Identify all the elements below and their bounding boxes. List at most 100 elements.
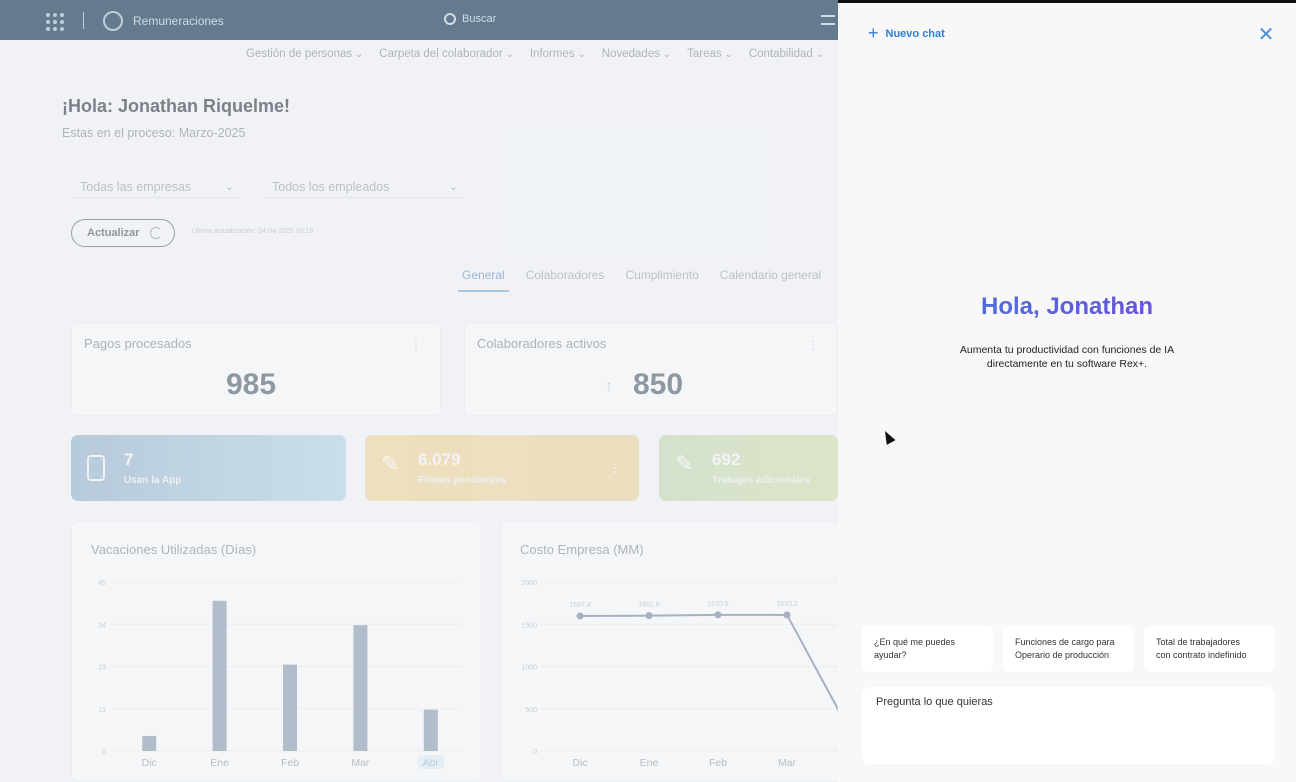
y-tick-label: 0 xyxy=(533,749,537,756)
tab-calendario-general[interactable]: Calendario general xyxy=(720,268,821,282)
x-tick-label: Abr xyxy=(423,757,440,769)
topbar-divider xyxy=(83,12,84,29)
x-tick-label: Ene xyxy=(210,757,229,769)
y-tick-label: 2000 xyxy=(521,580,537,587)
phone-icon xyxy=(87,455,105,481)
company-select-value: Todas las empresas xyxy=(80,179,192,194)
bar xyxy=(283,664,297,751)
chat-subtitle-line: Aumenta tu productividad con funciones d… xyxy=(959,344,1175,356)
employee-select[interactable]: Todos los empleados ⌄ xyxy=(262,176,466,198)
refresh-icon xyxy=(150,227,162,239)
nav-contabilidad[interactable]: Contabilidad xyxy=(749,48,824,60)
y-tick-label: 0 xyxy=(102,749,106,756)
x-tick-label: Mar xyxy=(778,757,797,769)
ai-chat-panel: + Nuevo chat ✕ Hola, Jonathan Aumenta tu… xyxy=(838,0,1296,782)
stat-app-users[interactable]: 7 Usan la App xyxy=(71,435,346,501)
chat-subtitle-line: directamente en tu software Rex+. xyxy=(986,358,1148,370)
data-label: 1601.8 xyxy=(638,602,660,609)
suggestion-text: ayudar? xyxy=(874,650,907,660)
stat-pending-signatures[interactable]: ✎ 6.079 Firmas pendientes ⋮ xyxy=(365,435,639,501)
x-tick-label: Mar xyxy=(351,757,370,769)
nav-novedades[interactable]: Novedades xyxy=(602,48,671,60)
more-icon[interactable]: ⋮ xyxy=(807,338,819,352)
nav-tareas[interactable]: Tareas xyxy=(687,48,733,60)
chat-greeting: Hola, Jonathan xyxy=(838,293,1296,321)
trend-up-icon: ↑ xyxy=(605,378,613,395)
x-tick-label: Dic xyxy=(142,757,157,769)
active-collaborators-card: Colaboradores activos ⋮ ↑ 850 xyxy=(464,323,838,416)
new-chat-button[interactable]: + Nuevo chat xyxy=(868,23,945,43)
app-name: Remuneraciones xyxy=(133,14,224,28)
tab-general[interactable]: General xyxy=(458,268,509,292)
plus-icon: + xyxy=(868,23,879,43)
data-label: 1610.2 xyxy=(776,601,798,608)
x-tick-label: Feb xyxy=(281,757,299,769)
chevron-down-icon: ⌄ xyxy=(224,181,234,193)
dashboard-tabs: General Colaboradores Cumplimiento Calen… xyxy=(458,268,821,292)
pencil-icon: ✎ xyxy=(675,451,694,476)
update-button-label: Actualizar xyxy=(87,227,140,239)
stat-value: 6.079 xyxy=(418,450,461,469)
update-button[interactable]: Actualizar xyxy=(71,219,175,247)
suggestion-chip-job-functions[interactable]: Funciones de cargo para Operario de prod… xyxy=(1003,626,1134,672)
suggestion-chip-help[interactable]: ¿En qué me puedes ayudar? xyxy=(862,626,993,672)
active-collaborators-value: 850 xyxy=(633,368,684,401)
search-placeholder: Buscar xyxy=(462,13,497,25)
data-label: 1610.9 xyxy=(707,601,729,608)
bar xyxy=(212,600,227,751)
cost-line-chart: 0 500 1000 1500 2000 1597.4 Dic 1601.8 Ene 1610.9… xyxy=(521,580,838,769)
bar xyxy=(142,735,157,751)
stat-value: 7 xyxy=(124,450,134,469)
cost-chart-card: Costo Empresa (MM) 0 500 1000 1500 2000 1597.… xyxy=(500,521,838,782)
chat-input[interactable] xyxy=(862,687,1275,764)
close-icon[interactable]: ✕ xyxy=(1256,25,1276,45)
bar xyxy=(423,709,438,751)
nav-informes[interactable]: Informes xyxy=(530,48,586,60)
company-select[interactable]: Todas las empresas ⌄ xyxy=(70,176,242,198)
data-point xyxy=(645,612,653,620)
y-tick-label: 1000 xyxy=(521,665,537,672)
employee-select-value: Todos los empleados xyxy=(272,179,390,194)
nav-gestion-personas[interactable]: Gestión de personas xyxy=(246,48,363,60)
payments-card-title: Pagos procesados xyxy=(84,336,192,351)
active-collaborators-title: Colaboradores activos xyxy=(477,336,607,351)
global-search[interactable]: Buscar xyxy=(444,13,496,25)
tab-colaboradores[interactable]: Colaboradores xyxy=(526,268,605,282)
dashboard-background: Remuneraciones Buscar Gestión de persona… xyxy=(0,0,838,782)
y-tick-label: 11 xyxy=(99,707,106,714)
tab-cumplimiento[interactable]: Cumplimiento xyxy=(625,268,698,282)
process-label: Estas en el proceso: Marzo-2025 xyxy=(62,126,246,140)
data-point xyxy=(576,612,584,620)
y-tick-label: 45 xyxy=(98,580,106,587)
apps-grid-icon[interactable] xyxy=(46,13,64,31)
more-icon[interactable]: ⋮ xyxy=(410,338,422,352)
last-update-label: Última actualización: 04-04-2025 10:19 xyxy=(192,228,314,235)
x-tick-label: Feb xyxy=(709,757,727,769)
data-point xyxy=(714,611,722,619)
vacation-chart-card: Vacaciones Utilizadas (Días) 0 11 23 34 45 Di… xyxy=(71,521,482,782)
suggestion-text: Total de trabajadores xyxy=(1156,637,1241,647)
suggestion-text: ¿En qué me puedes xyxy=(874,637,956,647)
payments-card: Pagos procesados ⋮ 985 xyxy=(71,323,441,416)
chevron-down-icon: ⌄ xyxy=(448,181,458,193)
nav-carpeta-colaborador[interactable]: Carpeta del colaborador xyxy=(379,48,514,60)
y-tick-label: 23 xyxy=(98,665,106,672)
x-tick-label: Dic xyxy=(572,757,587,769)
suggestion-chip-workers-total[interactable]: Total de trabajadores con contrato indef… xyxy=(1144,626,1275,672)
app-logo-icon xyxy=(103,11,123,31)
bar xyxy=(353,625,368,751)
stat-value: 692 xyxy=(712,450,741,469)
stat-additional-jobs[interactable]: ✎ 692 Trabajos adicionales xyxy=(659,435,838,501)
page-title: ¡Hola: Jonathan Riquelme! xyxy=(62,96,291,116)
chat-subtitle: Aumenta tu productividad con funciones d… xyxy=(838,343,1296,371)
series-line xyxy=(579,613,838,712)
payments-card-value: 985 xyxy=(226,368,277,401)
more-icon[interactable]: ⋮ xyxy=(609,461,621,475)
main-nav: Gestión de personas Carpeta del colabora… xyxy=(246,48,824,60)
y-tick-label: 34 xyxy=(98,622,106,629)
y-tick-label: 500 xyxy=(525,707,537,714)
y-tick-label: 1500 xyxy=(521,622,537,629)
vacation-bar-chart: 0 11 23 34 45 Dic Ene Feb Mar Abr xyxy=(98,580,462,769)
menu-icon[interactable] xyxy=(821,15,835,25)
stat-label: Trabajos adicionales xyxy=(712,475,811,486)
